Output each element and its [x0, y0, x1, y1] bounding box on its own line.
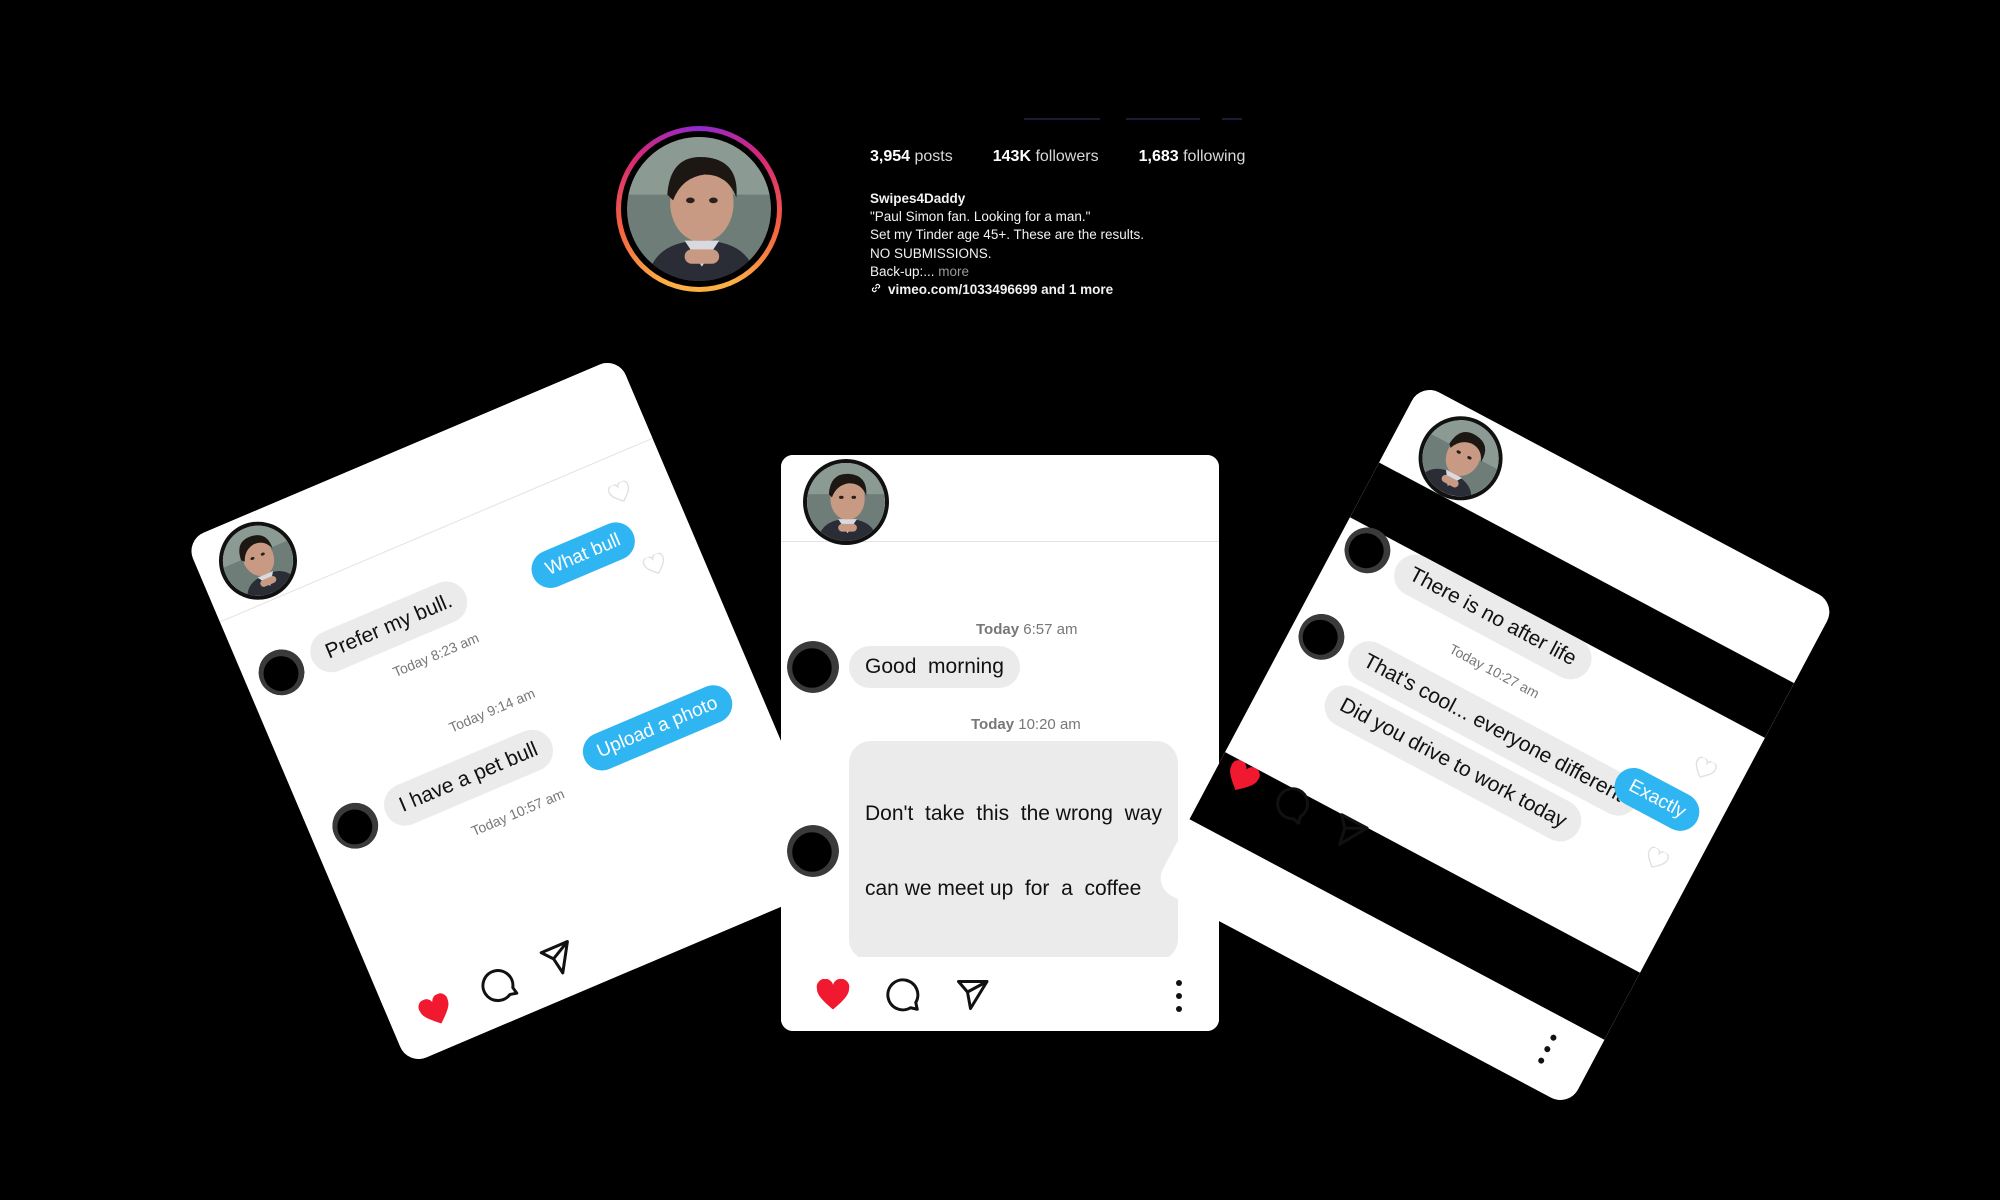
message-bubble-outgoing[interactable]: Upload a photo [576, 679, 739, 777]
bio-line: "Paul Simon fan. Looking for a man." [870, 209, 1091, 225]
profile-username: Swipes4Daddy [870, 191, 966, 206]
heart-outline-icon[interactable] [1640, 845, 1671, 877]
sender-avatar [787, 641, 839, 693]
followers-stat[interactable]: 143K followers [993, 148, 1099, 166]
bio-line: Set my Tinder age 45+. These are the res… [870, 227, 1145, 243]
message-row: Good morning [787, 641, 1020, 693]
heart-outline-icon[interactable] [641, 551, 671, 583]
message-row: What bull [525, 516, 641, 594]
message-bubble-incoming[interactable]: Don't take this the wrong way can we mee… [849, 741, 1178, 961]
heart-outline-icon[interactable] [606, 479, 636, 511]
more-vertical-icon[interactable] [1533, 1032, 1558, 1070]
message-row: Don't take this the wrong way can we mee… [787, 741, 1178, 961]
message-bubble-incoming[interactable]: I have a pet bull [377, 723, 560, 833]
posts-stat[interactable]: 3,954 posts [870, 148, 953, 166]
message-row: I have a pet bull [325, 721, 560, 856]
message-bubble-incoming[interactable]: Good morning [849, 646, 1020, 688]
card-header [185, 356, 653, 623]
divider [1222, 118, 1242, 120]
timestamp: Today 6:57 am [976, 621, 1078, 638]
link-icon [870, 281, 882, 299]
bio-backup-line: Back-up:... more [870, 263, 970, 279]
chat-card-right: There is no after life Today 10:27 am Th… [1153, 383, 1837, 1107]
sender-avatar [325, 796, 385, 856]
timestamp: Today 10:20 am [971, 716, 1081, 733]
profile-bio: Swipes4Daddy "Paul Simon fan. Looking fo… [870, 190, 1144, 299]
more-link[interactable]: more [938, 264, 969, 279]
comment-icon[interactable] [885, 977, 921, 1018]
sender-avatar [251, 642, 311, 702]
paper-plane-icon[interactable] [953, 977, 991, 1018]
message-row: Upload a photo [576, 679, 739, 777]
message-bubble-incoming[interactable]: Prefer my bull. [303, 574, 475, 679]
card-header [781, 455, 1219, 545]
profile-link[interactable]: vimeo.com/1033496699 and 1 more [870, 281, 1144, 299]
post-actions [378, 811, 841, 1066]
profile-header: 3,954 posts 143K followers 1,683 followi… [0, 0, 2000, 320]
chat-card-center: Today 6:57 am Good morning Today 10:20 a… [781, 455, 1219, 1031]
chat-card-left: Prefer my bull. Today 8:23 am What bull … [185, 356, 841, 1066]
paper-plane-icon[interactable] [535, 936, 584, 988]
heart-icon[interactable] [415, 990, 460, 1036]
avatar[interactable] [803, 459, 889, 545]
divider [1024, 118, 1100, 120]
bio-line: NO SUBMISSIONS. [870, 245, 992, 261]
sender-avatar [787, 825, 839, 877]
message-bubble-outgoing[interactable]: What bull [525, 516, 641, 594]
comment-icon[interactable] [475, 962, 524, 1014]
divider [1126, 118, 1200, 120]
profile-avatar[interactable] [616, 126, 782, 292]
avatar[interactable] [206, 509, 310, 612]
heart-icon[interactable] [815, 978, 851, 1016]
post-actions [781, 957, 1219, 1031]
heart-outline-icon[interactable] [1687, 755, 1718, 787]
sender-avatar [1290, 606, 1352, 668]
following-stat[interactable]: 1,683 following [1139, 148, 1246, 166]
more-vertical-icon[interactable] [1175, 979, 1183, 1018]
profile-stats: 3,954 posts 143K followers 1,683 followi… [870, 148, 1245, 166]
